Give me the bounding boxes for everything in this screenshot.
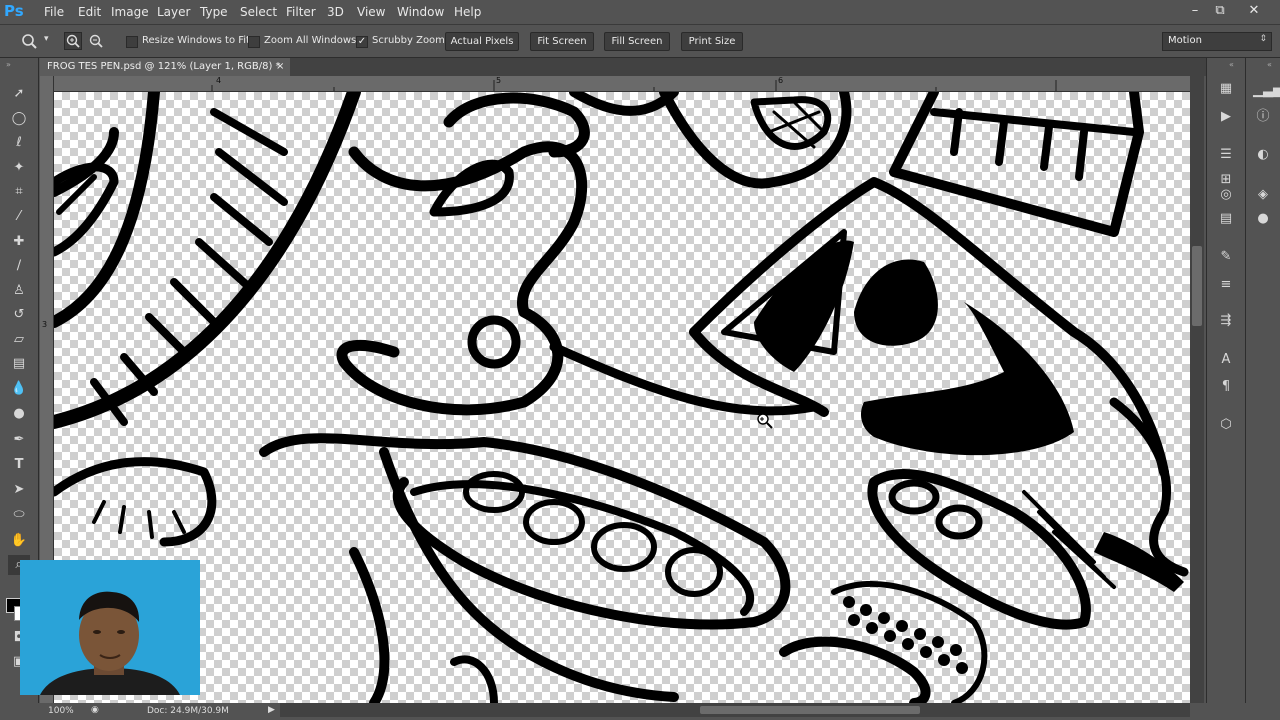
document-tab-title: FROG TES PEN.psd @ 121% (Layer 1, RGB/8)… — [47, 61, 281, 72]
menu-window[interactable]: Window — [397, 5, 444, 19]
menu-view[interactable]: View — [357, 5, 385, 19]
workspace-dropdown-icon: ⇕ — [1259, 34, 1267, 44]
ruler-label-6: 6 — [778, 76, 784, 85]
scrubby-zoom-checkbox[interactable]: ✓ — [356, 36, 368, 48]
brush-presets-panel-icon[interactable]: ✎ — [1216, 248, 1236, 266]
3d-panel-icon[interactable]: ⬡ — [1216, 416, 1236, 434]
menu-edit[interactable]: Edit — [78, 5, 101, 19]
zoom-all-windows-label: Zoom All Windows — [264, 35, 357, 46]
crop-tool-icon[interactable]: ⌗ — [8, 182, 30, 202]
histogram-panel-icon[interactable]: ▁▃▅ — [1253, 82, 1280, 100]
healing-brush-tool-icon[interactable]: ✚ — [8, 232, 30, 252]
type-tool-icon[interactable]: T — [8, 455, 30, 475]
hand-tool-icon[interactable]: ✋ — [8, 531, 30, 551]
status-info-icon[interactable]: ◉ — [91, 705, 99, 715]
workspace-select[interactable]: Motion ⇕ — [1162, 32, 1272, 51]
zoom-cursor-icon — [757, 413, 773, 429]
lasso-tool-icon[interactable]: ℓ — [8, 133, 30, 153]
minimize-button[interactable]: – — [1182, 3, 1208, 19]
options-bar: ▾ Resize Windows to Fit Zoom All Windows… — [0, 25, 1280, 58]
properties-panel-icon[interactable]: ☰ — [1216, 146, 1236, 164]
gradient-tool-icon[interactable]: ▤ — [8, 354, 30, 374]
blur-tool-icon[interactable]: 💧 — [8, 379, 30, 399]
ruler-label-4: 4 — [216, 76, 222, 85]
toolbox-collapse-icon[interactable]: » — [6, 60, 11, 69]
horizontal-scrollbar[interactable] — [280, 703, 1190, 717]
menu-file[interactable]: File — [44, 5, 64, 19]
dodge-tool-icon[interactable]: ● — [8, 404, 30, 424]
zoom-out-icon[interactable] — [87, 32, 105, 50]
eraser-tool-icon[interactable]: ▱ — [8, 330, 30, 350]
info-panel-icon[interactable]: ⓘ — [1253, 108, 1273, 126]
horizontal-scroll-thumb[interactable] — [700, 706, 920, 714]
status-menu-arrow-icon[interactable]: ▶ — [268, 705, 275, 715]
actions-panel-icon[interactable]: ▶ — [1216, 108, 1236, 126]
zoom-tool-icon[interactable] — [20, 32, 38, 50]
panel-collapse-right-icon[interactable]: « — [1267, 60, 1272, 69]
move-tool-icon[interactable]: ➚ — [8, 84, 30, 104]
actual-pixels-button[interactable]: Actual Pixels — [445, 32, 519, 51]
adjustments-panel-icon[interactable]: ◎ — [1216, 186, 1236, 204]
fill-screen-button[interactable]: Fill Screen — [604, 32, 670, 51]
clone-source-panel-icon[interactable]: ⇶ — [1216, 312, 1236, 330]
clone-stamp-tool-icon[interactable]: ♙ — [8, 281, 30, 301]
webcam-overlay — [20, 560, 200, 695]
horizontal-ruler[interactable]: 4 5 6 — [40, 76, 1190, 92]
menu-layer[interactable]: Layer — [157, 5, 190, 19]
document-tab[interactable]: FROG TES PEN.psd @ 121% (Layer 1, RGB/8)… — [40, 58, 290, 76]
document-size: Doc: 24.9M/30.9M — [147, 706, 229, 716]
photoshop-logo: Ps — [4, 2, 24, 20]
document-tab-close-icon[interactable]: × — [276, 58, 284, 76]
ruler-label-3: 3 — [42, 320, 48, 329]
menu-bar: Ps File Edit Image Layer Type Select Fil… — [0, 0, 1280, 25]
menu-help[interactable]: Help — [454, 5, 481, 19]
pen-tool-icon[interactable]: ✒ — [8, 430, 30, 450]
styles-panel-icon[interactable]: ● — [1253, 210, 1273, 228]
brush-panel-icon[interactable]: ≡ — [1216, 276, 1236, 294]
ruler-label-5: 5 — [496, 76, 502, 85]
panel-collapse-icon[interactable]: « — [1229, 60, 1234, 69]
resize-windows-label: Resize Windows to Fit — [142, 35, 250, 46]
channels-panel-icon[interactable]: ▤ — [1216, 210, 1236, 228]
presenter-image — [40, 591, 180, 695]
status-bar: 100% ◉ Doc: 24.9M/30.9M ▶ — [40, 703, 280, 720]
color-panel-icon[interactable]: ◐ — [1253, 146, 1273, 164]
workspace-value: Motion — [1168, 35, 1202, 46]
panel-dock-left: « ▦ ▶ ☰ ⊞ ◎ ▤ ✎ ≡ ⇶ A ¶ ⬡ — [1206, 58, 1245, 703]
menu-3d[interactable]: 3D — [327, 5, 344, 19]
vertical-scrollbar[interactable] — [1190, 76, 1204, 703]
vertical-scroll-thumb[interactable] — [1192, 246, 1202, 326]
zoom-all-windows-checkbox[interactable] — [248, 36, 260, 48]
eyedropper-tool-icon[interactable]: ⁄ — [8, 207, 30, 227]
path-selection-tool-icon[interactable]: ➤ — [8, 480, 30, 500]
document-canvas[interactable] — [54, 92, 1190, 703]
horizontal-ruler-ticks — [211, 80, 1057, 91]
zoom-in-icon[interactable] — [64, 32, 82, 50]
menu-type[interactable]: Type — [200, 5, 228, 19]
layers-panel-icon[interactable]: ◈ — [1253, 186, 1273, 204]
print-size-button[interactable]: Print Size — [681, 32, 743, 51]
resize-windows-checkbox[interactable] — [126, 36, 138, 48]
doodle-artwork — [54, 92, 1189, 703]
marquee-tool-icon[interactable]: ◯ — [8, 109, 30, 129]
document-tab-bar: FROG TES PEN.psd @ 121% (Layer 1, RGB/8)… — [40, 58, 1206, 76]
menu-select[interactable]: Select — [240, 5, 277, 19]
paragraph-panel-icon[interactable]: ¶ — [1216, 378, 1236, 396]
magic-wand-tool-icon[interactable]: ✦ — [8, 158, 30, 178]
zoom-level[interactable]: 100% — [48, 706, 74, 716]
history-brush-tool-icon[interactable]: ↺ — [8, 305, 30, 325]
scrubby-zoom-label: Scrubby Zoom — [372, 35, 445, 46]
shape-tool-icon[interactable]: ⬭ — [8, 505, 30, 525]
panel-dock-right: « ▁▃▅ ⓘ ◐ ◈ ● — [1245, 58, 1280, 703]
character-panel-icon[interactable]: A — [1216, 351, 1236, 369]
history-panel-icon[interactable]: ▦ — [1216, 80, 1236, 98]
fit-screen-button[interactable]: Fit Screen — [530, 32, 594, 51]
menu-filter[interactable]: Filter — [286, 5, 316, 19]
tool-preset-dropdown-icon[interactable]: ▾ — [44, 34, 49, 44]
restore-button[interactable]: ⧉ — [1207, 3, 1233, 19]
menu-image[interactable]: Image — [111, 5, 149, 19]
close-window-button[interactable]: ✕ — [1241, 3, 1267, 19]
brush-tool-icon[interactable]: ∕ — [8, 256, 30, 276]
